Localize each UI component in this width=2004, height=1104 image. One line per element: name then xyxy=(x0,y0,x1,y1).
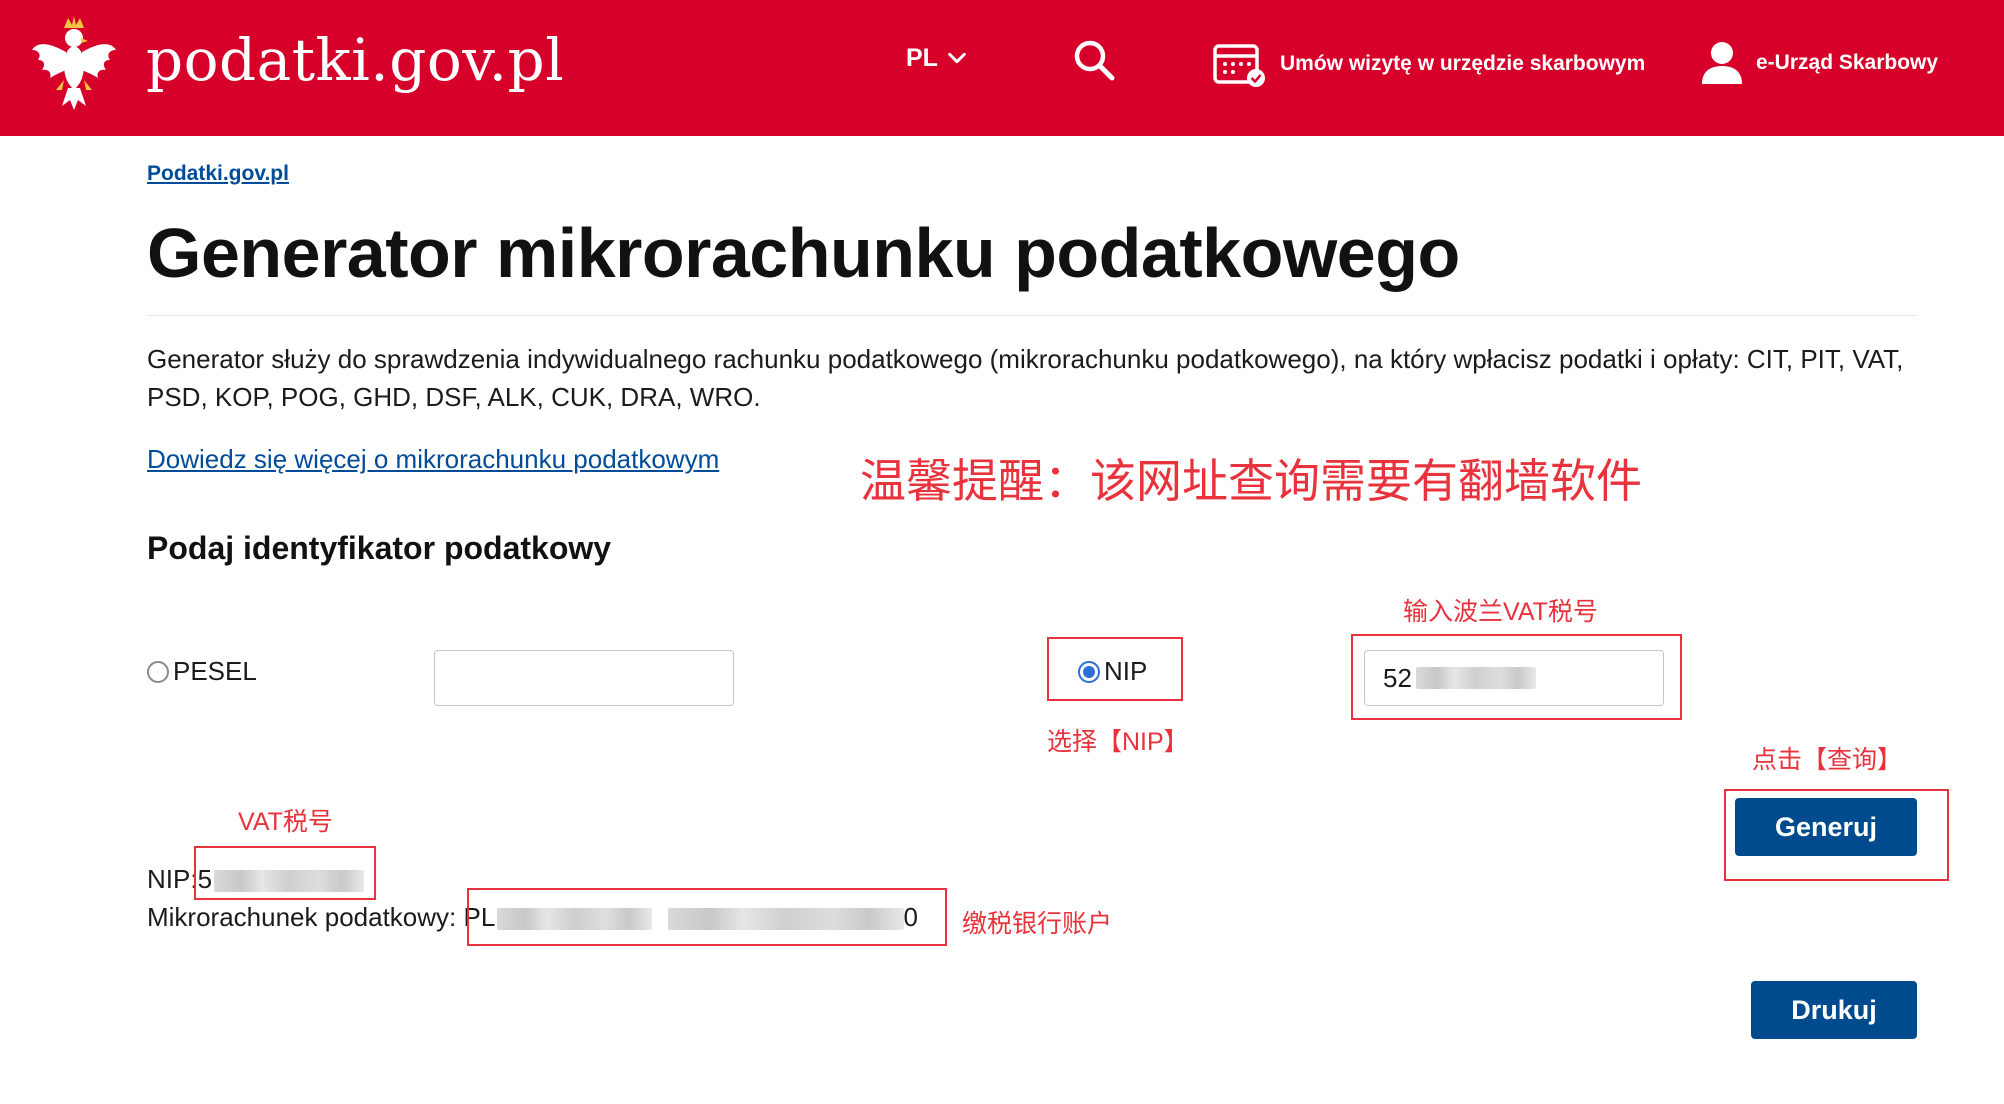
chevron-down-icon xyxy=(948,52,966,64)
e-urzad-label: e-Urząd Skarbowy xyxy=(1756,51,1939,74)
print-button[interactable]: Drukuj xyxy=(1751,981,1917,1039)
annotation-box-generate xyxy=(1724,789,1949,881)
annotation-warning: 温馨提醒：该网址查询需要有翻墙软件 xyxy=(860,455,1642,507)
annotation-select-nip: 选择【NIP】 xyxy=(1047,728,1189,756)
result-account-label: Mikrorachunek podatkowy: xyxy=(147,902,457,932)
pesel-input[interactable] xyxy=(434,650,734,706)
annotation-box-nip xyxy=(1047,637,1183,701)
annotation-box-result-nip xyxy=(194,846,376,900)
site-name[interactable]: podatki.gov.pl xyxy=(146,22,564,98)
language-selector[interactable]: PL xyxy=(906,40,968,76)
user-icon xyxy=(1702,42,1742,84)
result-nip-label: NIP: xyxy=(147,864,198,894)
annotation-box-account xyxy=(467,888,947,946)
book-visit-link[interactable]: Umów wizytę w urzędzie skarbowym xyxy=(1212,40,1645,88)
annotation-click-query: 点击【查询】 xyxy=(1752,746,1903,774)
annotation-box-vat-input xyxy=(1351,634,1682,720)
breadcrumb-home-link[interactable]: Podatki.gov.pl xyxy=(147,162,289,186)
site-header: podatki.gov.pl PL Umów wizytę w urzędzie… xyxy=(0,0,2004,136)
page-description: Generator służy do sprawdzenia indywidua… xyxy=(147,344,1904,412)
annotation-bank-account: 缴税银行账户 xyxy=(962,910,1113,938)
book-visit-label: Umów wizytę w urzędzie skarbowym xyxy=(1280,52,1646,75)
page-title: Generator mikrorachunku podatkowego xyxy=(147,214,1460,292)
pesel-option[interactable]: PESEL xyxy=(147,656,257,687)
annotation-vat-number: VAT税号 xyxy=(238,808,333,836)
calendar-check-icon xyxy=(1213,44,1265,87)
section-heading: Podaj identyfikator podatkowy xyxy=(147,530,612,566)
annotation-enter-vat: 输入波兰VAT税号 xyxy=(1403,598,1598,626)
title-divider xyxy=(147,315,1917,316)
language-label: PL xyxy=(906,44,938,72)
pesel-label: PESEL xyxy=(173,656,257,686)
e-urzad-link[interactable]: e-Urząd Skarbowy xyxy=(1700,40,1938,86)
pesel-radio[interactable] xyxy=(147,660,169,683)
learn-more-link[interactable]: Dowiedz się więcej o mikrorachunku podat… xyxy=(147,444,719,475)
search-icon[interactable] xyxy=(1072,38,1116,82)
polish-eagle-logo-icon[interactable] xyxy=(28,14,120,112)
